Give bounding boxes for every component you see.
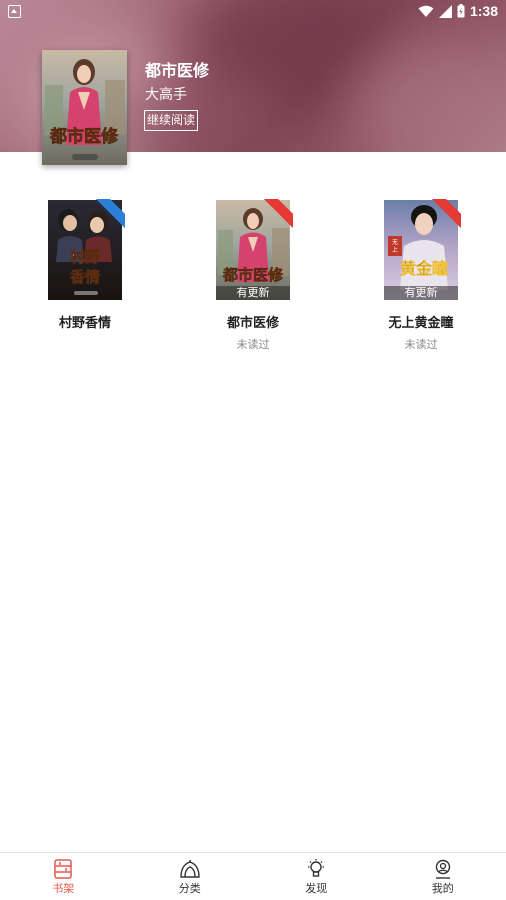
category-icon [180, 860, 200, 878]
current-book-title[interactable]: 都市医修 [145, 57, 209, 81]
status-bar: 1:38 [0, 0, 506, 24]
cover-title-text: 都市医修 [49, 126, 119, 147]
nav-tab-profile[interactable]: 我的 [380, 853, 506, 900]
bookshelf-item[interactable]: 村野 香情 村野香情 [25, 199, 145, 336]
nav-label: 书架 [52, 882, 75, 895]
bookshelf-item[interactable]: 都市医修 有更新 都市医修 未读过 [193, 199, 313, 352]
cover-title-text: 香情 [70, 268, 100, 286]
cover-title-text: 无 [392, 239, 398, 246]
bookshelf-item[interactable]: 无 上 黄金瞳 有更新 无上黄金瞳 未读过 [361, 199, 481, 352]
nav-tab-discover[interactable]: 发现 [253, 853, 380, 900]
book-title: 无上黄金瞳 [388, 316, 454, 331]
book-title: 都市医修 [226, 316, 279, 331]
status-time: 1:38 [469, 3, 498, 19]
cover-title-text: 都市医修 [222, 266, 284, 284]
book-cover[interactable]: 都市医修 有更新 [216, 199, 293, 300]
book-cover[interactable]: 村野 香情 [48, 199, 125, 300]
notification-icon [8, 5, 21, 18]
current-book-cover[interactable]: 都市医修 [42, 50, 127, 165]
update-badge: 有更新 [384, 286, 458, 300]
new-badge [431, 199, 461, 229]
cover-title-text: 上 [392, 246, 398, 254]
cover-title-text: 黄金瞳 [400, 259, 448, 278]
battery-icon [457, 4, 465, 18]
bookshelf-icon [54, 859, 72, 879]
update-badge: 有更新 [216, 286, 290, 300]
book-cover[interactable]: 无 上 黄金瞳 有更新 [384, 199, 461, 300]
current-book-author: 大高手 [145, 87, 187, 103]
nav-tab-category[interactable]: 分类 [127, 853, 254, 900]
new-badge [263, 199, 293, 229]
wifi-icon [418, 5, 434, 17]
nav-label: 分类 [178, 882, 201, 895]
nav-tab-bookshelf[interactable]: 书架 [0, 853, 127, 900]
signal-icon [438, 4, 452, 18]
book-read-status: 未读过 [404, 338, 438, 351]
book-title: 村野香情 [58, 316, 111, 331]
continue-reading-button[interactable]: 继续阅读 [144, 110, 199, 131]
lightbulb-icon [308, 859, 325, 877]
book-read-status: 未读过 [236, 338, 270, 351]
nav-label: 我的 [431, 882, 454, 895]
bottom-navigation: 书架 分类 发现 我的 [0, 852, 506, 900]
new-badge [95, 199, 125, 229]
profile-icon [435, 859, 450, 879]
nav-label: 发现 [305, 882, 328, 895]
cover-title-text: 村野 [70, 248, 100, 266]
